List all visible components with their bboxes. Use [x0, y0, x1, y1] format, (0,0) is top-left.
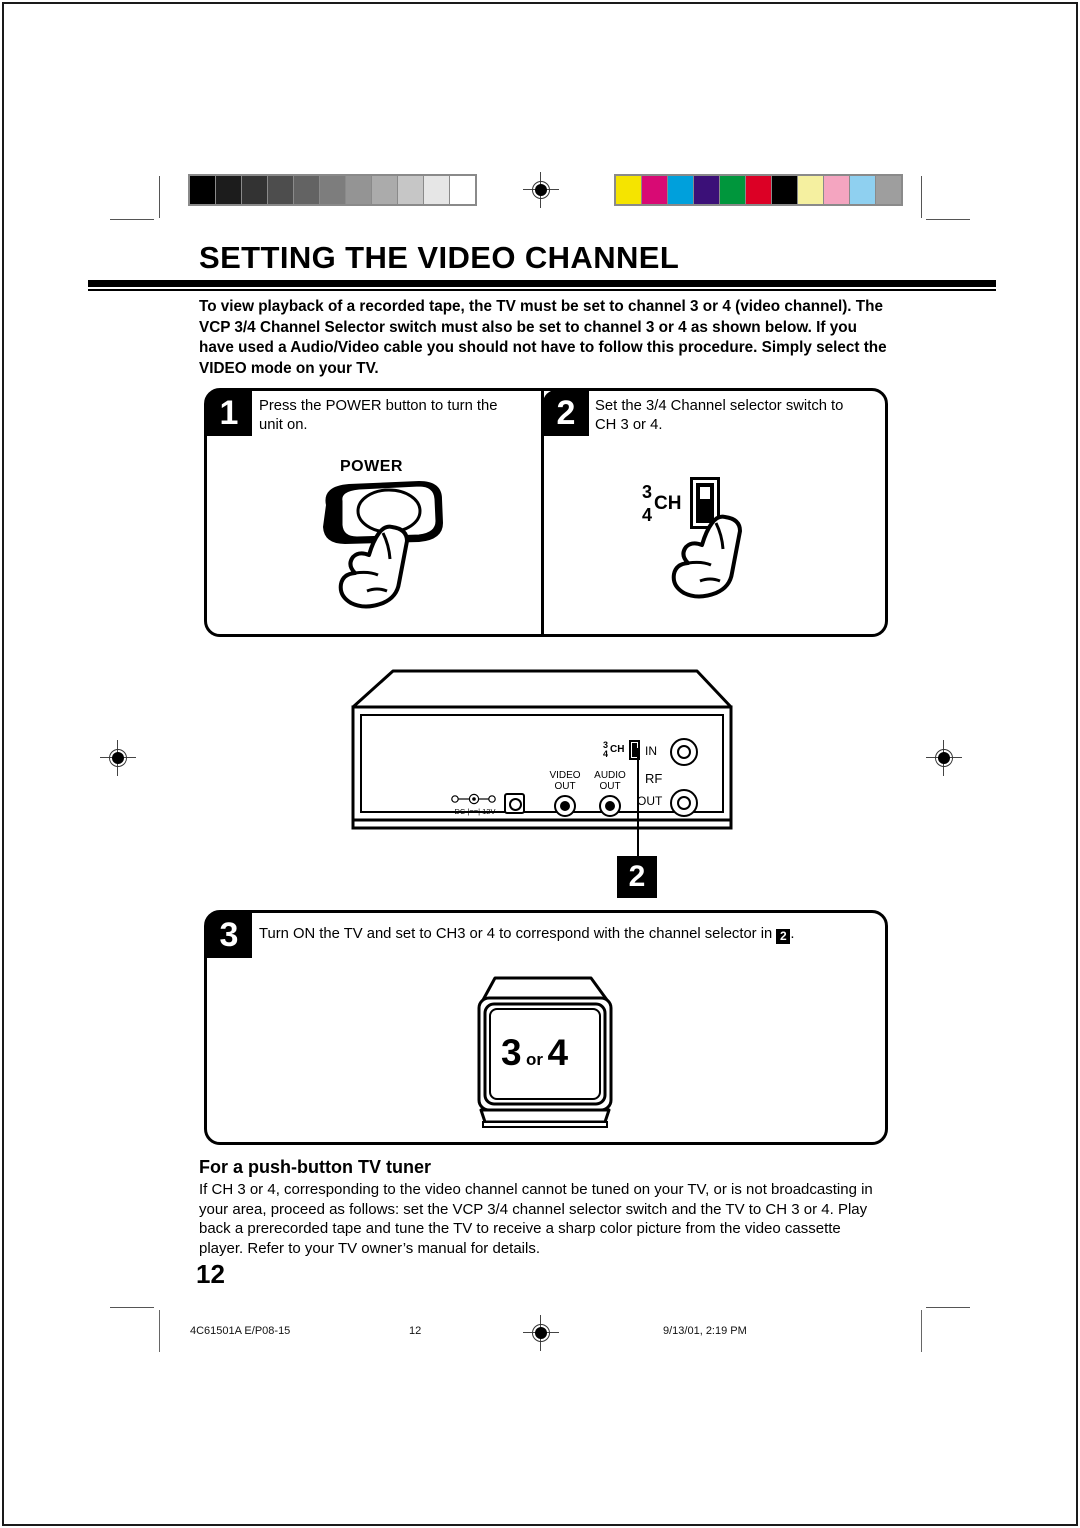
color-swatch	[616, 176, 641, 204]
step-text-3-before: Turn ON the TV and set to CH3 or 4 to co…	[259, 926, 773, 942]
inline-badge-2: 2	[776, 929, 791, 944]
grayscale-swatch	[346, 176, 371, 204]
page-title: SETTING THE VIDEO CHANNEL	[199, 240, 680, 275]
power-button-illustration	[322, 480, 444, 609]
rf-out-label: OUT	[637, 794, 663, 808]
crop-mark-top-left-h	[110, 219, 154, 220]
panel-switch-channel-4: 4	[603, 749, 609, 759]
rf-group-label: RF	[645, 771, 663, 786]
crop-mark-bottom-right-h	[926, 1307, 970, 1308]
grayscale-swatch	[216, 176, 241, 204]
step-box-1-2: 1 Press the POWER button to turn the uni…	[204, 388, 888, 637]
crop-mark-top-right-v	[921, 176, 922, 218]
grayscale-swatch	[424, 176, 449, 204]
footer-rule-right	[921, 1310, 922, 1352]
grayscale-calibration-strip	[188, 174, 477, 206]
dc-jack-symbol: DC |==| 12V	[451, 793, 496, 816]
step-number-1: 1	[206, 390, 252, 436]
grayscale-swatch	[450, 176, 475, 204]
audio-out-label-line2: OUT	[599, 781, 621, 792]
rf-in-label: IN	[645, 744, 657, 758]
rf-in-jack	[670, 738, 698, 766]
crop-mark-bottom-left-h	[110, 1307, 154, 1308]
registration-target-left	[100, 740, 136, 776]
audio-out-label: AUDIO OUT	[588, 770, 632, 792]
body-paragraph: If CH 3 or 4, corresponding to the video…	[199, 1181, 873, 1257]
grayscale-swatch	[294, 176, 319, 204]
dc-jack-connector	[504, 793, 525, 814]
switch-channel-3-label: 3	[642, 482, 653, 502]
registration-target-top	[523, 172, 559, 208]
tv-channel-4: 4	[547, 1032, 569, 1073]
switch-ch-label: CH	[654, 493, 682, 514]
footer-rule-left	[159, 1310, 160, 1352]
dc-jack-connector-inner	[509, 798, 522, 811]
tv-channel-3: 3	[501, 1032, 522, 1073]
color-swatch	[668, 176, 693, 204]
grayscale-swatch	[268, 176, 293, 204]
audio-out-label-line1: AUDIO	[594, 770, 626, 781]
step-text-1: Press the POWER button to turn the unit …	[259, 398, 498, 433]
callout-badge-2: 2	[617, 856, 657, 898]
footer-page: 12	[409, 1325, 422, 1337]
rf-out-jack-inner	[677, 796, 691, 810]
grayscale-swatch	[372, 176, 397, 204]
grayscale-swatch	[320, 176, 345, 204]
heading-rule-thin	[88, 289, 996, 291]
color-swatch	[850, 176, 875, 204]
footer-doc-code: 4C61501A E/P08-15	[190, 1325, 291, 1337]
registration-target-right	[926, 740, 962, 776]
grayscale-swatch	[398, 176, 423, 204]
switch-channel-4-label: 4	[642, 505, 653, 525]
step-text-3: Turn ON the TV and set to CH3 or 4 to co…	[259, 925, 869, 944]
color-calibration-strip	[614, 174, 903, 206]
tv-channel-or: or	[526, 1050, 544, 1069]
sub-heading: For a push-button TV tuner	[199, 1157, 431, 1177]
step-text-3-after: .	[790, 926, 795, 942]
footer-timestamp: 9/13/01, 2:19 PM	[663, 1325, 747, 1337]
color-swatch	[824, 176, 849, 204]
tv-screen-channel: 3 or 4	[501, 1032, 568, 1074]
video-out-jack-inner	[560, 801, 570, 811]
intro-paragraph: To view playback of a recorded tape, the…	[199, 298, 887, 377]
color-swatch	[798, 176, 823, 204]
grayscale-swatch	[190, 176, 215, 204]
crop-mark-top-left-v	[159, 176, 160, 218]
rf-out-jack	[670, 789, 698, 817]
color-swatch	[876, 176, 901, 204]
step-text-2: Set the 3/4 Channel selector switch to C…	[595, 398, 844, 433]
video-out-label-line2: OUT	[554, 781, 576, 792]
heading-rule	[88, 280, 996, 287]
vcp-rear-panel-illustration: DC |==| 12V VIDEO OUT AUDIO OUT 3 4 CH I…	[345, 665, 735, 845]
color-swatch	[746, 176, 771, 204]
video-out-label-line1: VIDEO	[549, 770, 581, 781]
video-out-jack	[554, 795, 576, 817]
audio-out-jack-inner	[605, 801, 615, 811]
callout-leader-line	[637, 748, 639, 858]
crop-mark-top-right-h	[926, 219, 970, 220]
page-number: 12	[196, 1259, 225, 1289]
color-swatch	[694, 176, 719, 204]
color-swatch	[720, 176, 745, 204]
svg-text:DC |==| 12V: DC |==| 12V	[454, 807, 495, 816]
panel-switch-ch-label: CH	[610, 744, 625, 755]
hand-pointing-illustration-step2	[671, 514, 742, 599]
video-out-label: VIDEO OUT	[543, 770, 587, 792]
step-number-3: 3	[206, 912, 252, 958]
color-swatch	[772, 176, 797, 204]
switch-knob-highlight	[698, 485, 712, 501]
audio-out-jack	[599, 795, 621, 817]
grayscale-swatch	[242, 176, 267, 204]
step-number-2: 2	[543, 390, 589, 436]
step-box-3: 3 Turn ON the TV and set to CH3 or 4 to …	[204, 910, 888, 1145]
color-swatch	[642, 176, 667, 204]
rf-in-jack-inner	[677, 745, 691, 759]
tv-illustration: 3 or 4	[465, 970, 625, 1137]
power-button-label: POWER	[340, 458, 403, 475]
registration-target-bottom	[523, 1315, 559, 1351]
